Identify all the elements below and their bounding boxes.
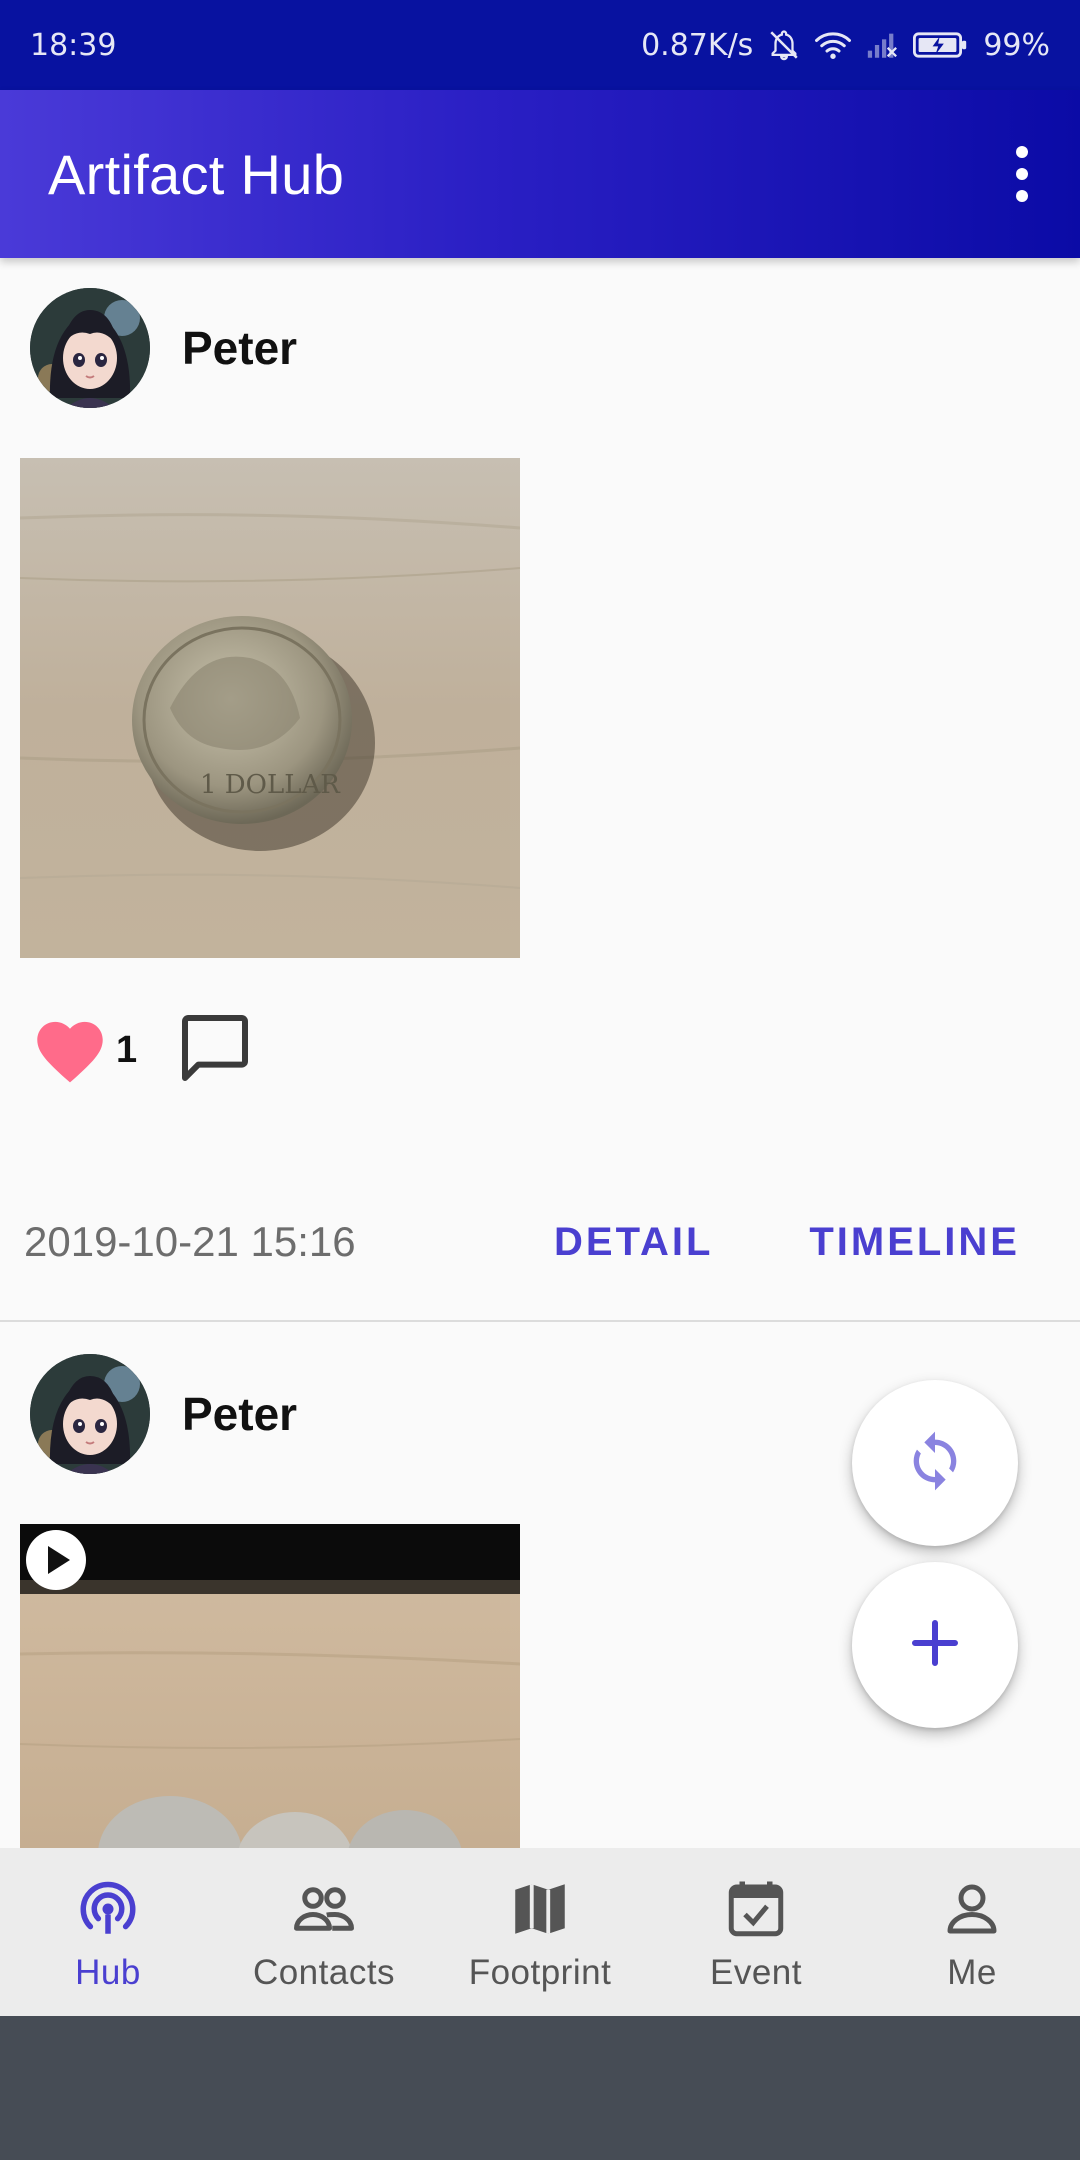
- post-author[interactable]: Peter: [182, 1387, 297, 1441]
- person-icon: [939, 1876, 1005, 1947]
- detail-button[interactable]: DETAIL: [554, 1220, 713, 1265]
- event-icon: [723, 1876, 789, 1947]
- contacts-icon: [291, 1876, 357, 1947]
- app-bar: Artifact Hub: [0, 90, 1080, 258]
- map-icon: [507, 1876, 573, 1947]
- post-header[interactable]: Peter: [30, 1354, 297, 1474]
- nav-label: Hub: [75, 1953, 141, 1992]
- nav-item-contacts[interactable]: Contacts: [216, 1848, 432, 2016]
- more-vert-icon[interactable]: [1002, 146, 1042, 202]
- system-navigation-bar: [0, 2016, 1080, 2160]
- refresh-icon: [903, 1429, 967, 1498]
- avatar[interactable]: [30, 288, 150, 408]
- wifi-icon: [815, 30, 852, 60]
- status-bar: 18:39 0.87K/s 99%: [0, 0, 1080, 90]
- post-actions: 1: [30, 1008, 255, 1093]
- post-header[interactable]: Peter: [30, 288, 297, 408]
- add-button[interactable]: [852, 1562, 1018, 1728]
- network-speed: 0.87K/s: [641, 27, 754, 63]
- post-footer: 2019-10-21 15:16 DETAIL TIMELINE: [24, 1218, 1064, 1266]
- post-video[interactable]: [20, 1524, 520, 1848]
- bottom-nav: Hub Contacts Footprint Event Me: [0, 1848, 1080, 2016]
- timeline-button[interactable]: TIMELINE: [809, 1220, 1020, 1265]
- add-icon: [905, 1613, 965, 1678]
- nav-label: Event: [710, 1953, 802, 1992]
- refresh-button[interactable]: [852, 1380, 1018, 1546]
- svg-text:1 DOLLAR: 1 DOLLAR: [200, 770, 341, 800]
- cellular-icon: [865, 30, 899, 60]
- heart-icon[interactable]: [30, 1012, 110, 1089]
- battery-level: 99%: [983, 27, 1050, 63]
- nav-label: Me: [947, 1953, 997, 1992]
- nav-item-footprint[interactable]: Footprint: [432, 1848, 648, 2016]
- mute-icon: [767, 28, 801, 62]
- post-timestamp: 2019-10-21 15:16: [24, 1218, 356, 1265]
- post-card: Peter: [0, 258, 1080, 1322]
- nav-item-event[interactable]: Event: [648, 1848, 864, 2016]
- app-title: Artifact Hub: [48, 142, 345, 206]
- post-author[interactable]: Peter: [182, 321, 297, 375]
- like-count: 1: [116, 1029, 138, 1071]
- hub-icon: [75, 1876, 141, 1947]
- battery-icon: [913, 31, 969, 59]
- nav-item-hub[interactable]: Hub: [0, 1848, 216, 2016]
- post-photo[interactable]: 1 DOLLAR: [20, 458, 520, 958]
- avatar[interactable]: [30, 1354, 150, 1474]
- nav-label: Footprint: [468, 1953, 612, 1992]
- status-time: 18:39: [30, 27, 117, 63]
- nav-item-me[interactable]: Me: [864, 1848, 1080, 2016]
- comment-icon[interactable]: [175, 1008, 255, 1093]
- nav-label: Contacts: [252, 1953, 396, 1992]
